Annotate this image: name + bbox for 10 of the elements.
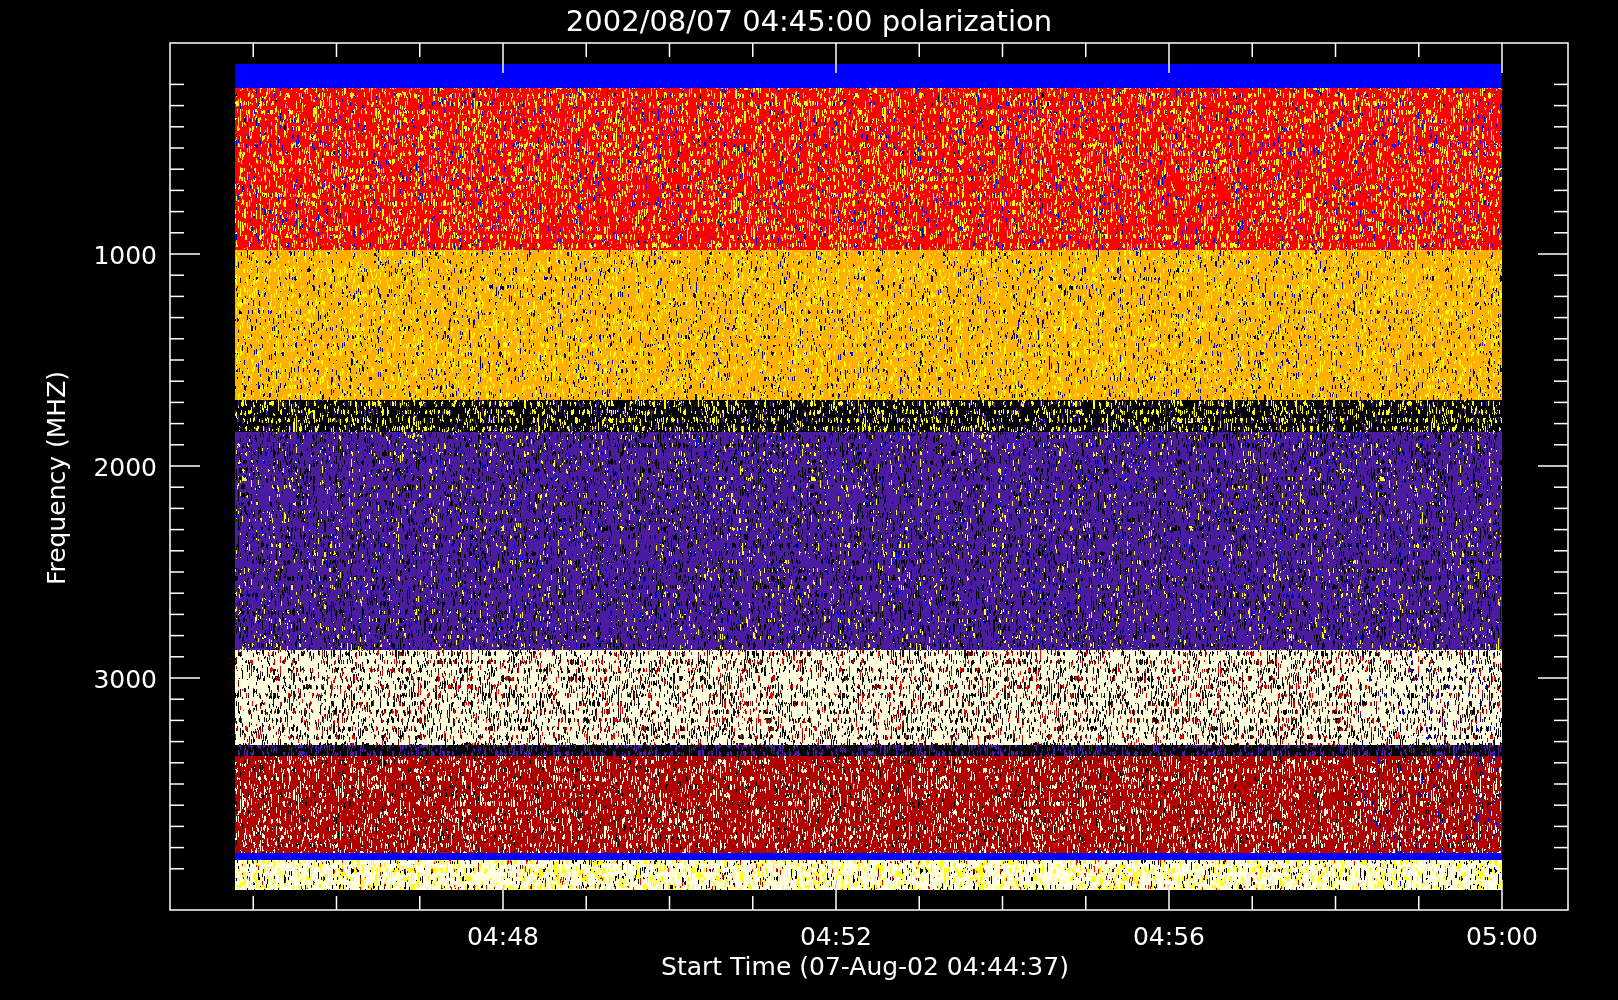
x-axis-label: Start Time (07-Aug-02 04:44:37) [661,952,1069,981]
x-tick-label: 05:00 [1466,922,1538,951]
x-tick-label: 04:52 [800,922,872,951]
y-axis-label: Frequency (MHZ) [42,370,71,586]
y-tick-label: 1000 [93,241,157,270]
y-tick-label: 3000 [93,665,157,694]
y-tick-label: 2000 [93,453,157,482]
x-tick-label: 04:56 [1133,922,1205,951]
plot-title: 2002/08/07 04:45:00 polarization [565,4,1053,38]
x-tick-label: 04:48 [467,922,539,951]
